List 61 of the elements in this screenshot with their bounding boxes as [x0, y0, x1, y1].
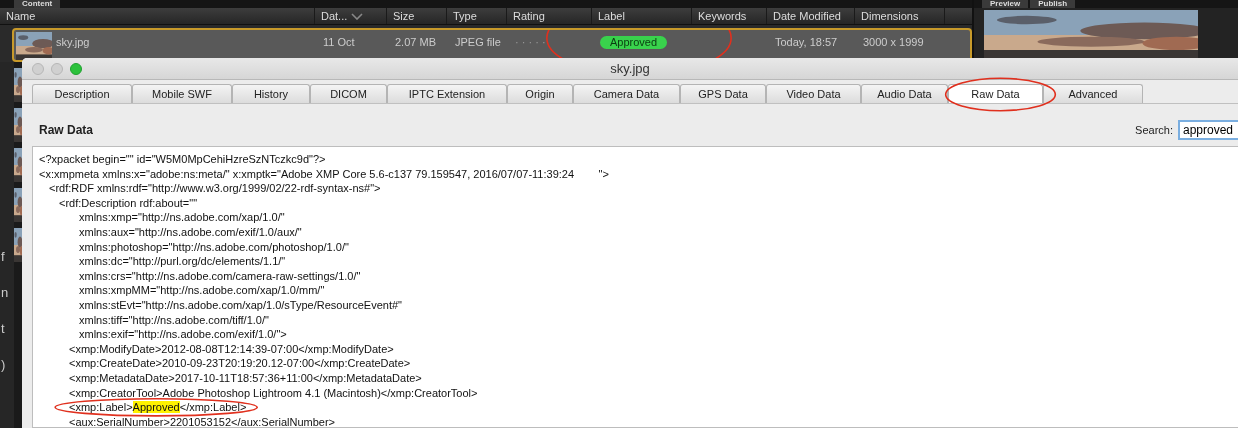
- tab[interactable]: Description: [32, 84, 132, 103]
- code-line: xmlns:dc="http://purl.org/dc/elements/1.1/": [79, 254, 286, 269]
- code-line: <xmp:ModifyDate>2012-08-08T12:14:39-07:00</xmp:ModifyDate>: [69, 341, 394, 357]
- rating-dots: · · · · ·: [515, 36, 546, 48]
- section-heading: Raw Data: [39, 123, 94, 137]
- table-cell: 3000 x 1999: [863, 36, 924, 48]
- column-header[interactable]: Rating: [507, 8, 592, 24]
- file-name: sky.jpg: [56, 35, 90, 49]
- panel-tab[interactable]: Publish: [1030, 0, 1076, 8]
- label-tag: Approved: [600, 36, 668, 49]
- column-header[interactable]: Size: [387, 8, 447, 24]
- code-line: <xmp:MetadataDate>2017-10-11T18:57:36+11:00</xmp:MetadataDate>: [69, 370, 422, 386]
- code-line: <rdf:Description rdf:about="": [59, 195, 198, 211]
- column-header[interactable]: Keywords: [692, 8, 767, 24]
- column-header[interactable]: Label: [592, 8, 692, 24]
- tab[interactable]: History: [232, 84, 310, 103]
- tab[interactable]: Raw Data: [948, 84, 1043, 103]
- tab[interactable]: GPS Data: [680, 84, 766, 103]
- minimize-button[interactable]: [51, 62, 63, 75]
- cut-off-text: n: [0, 286, 9, 300]
- table-cell: Today, 18:57: [775, 36, 838, 48]
- panel-tab[interactable]: Preview: [982, 0, 1029, 8]
- code-line: xmlns:stEvt="http://ns.adobe.com/xap/1.0/sType/ResourceEvent#": [79, 297, 402, 313]
- code-line: xmlns:crs="http://ns.adobe.com/camera-raw-settings/1.0/": [79, 268, 361, 284]
- code-line: xmlns:photoshop="http://ns.adobe.com/photoshop/1.0/": [79, 239, 349, 255]
- column-header[interactable]: Name: [0, 8, 315, 24]
- cut-off-text: t: [0, 322, 5, 336]
- code-line: <?xpacket begin="" id="W5M0MpCehiHzreSzNTczkc9d"?>: [39, 152, 326, 167]
- tab[interactable]: Audio Data: [861, 84, 948, 103]
- close-button[interactable]: [32, 62, 44, 75]
- tab[interactable]: Camera Data: [573, 84, 680, 103]
- tab[interactable]: Video Data: [766, 84, 861, 103]
- tab[interactable]: DICOM: [310, 84, 387, 103]
- tab[interactable]: Advanced: [1043, 84, 1143, 103]
- code-line: <xmp:CreatorTool>Adobe Photoshop Lightroom 4.1 (Macintosh)</xmp:CreatorTool>: [69, 385, 478, 401]
- column-header[interactable]: Dimensions: [855, 8, 945, 24]
- cut-off-text: f: [0, 250, 5, 264]
- column-header[interactable]: Type: [447, 8, 507, 24]
- column-header[interactable]: Dat...: [315, 8, 387, 24]
- code-line: <xmp:CreateDate>2010-09-23T20:19:20.12-07:00</xmp:CreateDate>: [69, 356, 411, 371]
- table-cell: 2.07 MB: [395, 36, 436, 48]
- search-label: Search:: [1135, 124, 1173, 136]
- tab[interactable]: Mobile SWF: [132, 84, 232, 103]
- code-line: xmlns:tiff="http://ns.adobe.com/tiff/1.0/": [79, 312, 269, 328]
- code-line: xmlns:aux="http://ns.adobe.com/exif/1.0/aux/": [79, 224, 302, 240]
- window-title: sky.jpg: [610, 61, 650, 76]
- code-line: <x:xmpmeta xmlns:x="adobe:ns:meta/" x:xmptk="Adobe XMP Core 5.6-c137 79.159547, 2016/07/07-11:39:24 ">: [39, 166, 609, 182]
- zoom-button[interactable]: [70, 62, 82, 75]
- panel-tab[interactable]: Content: [14, 0, 61, 8]
- search-field[interactable]: approved: [1178, 120, 1238, 140]
- column-header[interactable]: Date Modified: [767, 8, 855, 24]
- table-cell: JPEG file: [455, 36, 501, 48]
- cut-off-text: ): [0, 358, 6, 372]
- tab[interactable]: Origin: [507, 84, 573, 103]
- code-line: xmlns:xmpMM="http://ns.adobe.com/xap/1.0/mm/": [79, 283, 325, 298]
- code-line: xmlns:xmp="http://ns.adobe.com/xap/1.0/": [79, 210, 285, 225]
- code-line: <aux:SerialNumber>2201053152</aux:SerialNumber>: [69, 414, 335, 427]
- tab[interactable]: IPTC Extension: [387, 84, 507, 103]
- code-line: <rdf:RDF xmlns:rdf="http://www.w3.org/1999/02/22-rdf-syntax-ns#">: [49, 181, 381, 196]
- table-cell: 11 Oct: [323, 36, 355, 48]
- code-line: xmlns:exif="http://ns.adobe.com/exif/1.0/">: [79, 327, 287, 342]
